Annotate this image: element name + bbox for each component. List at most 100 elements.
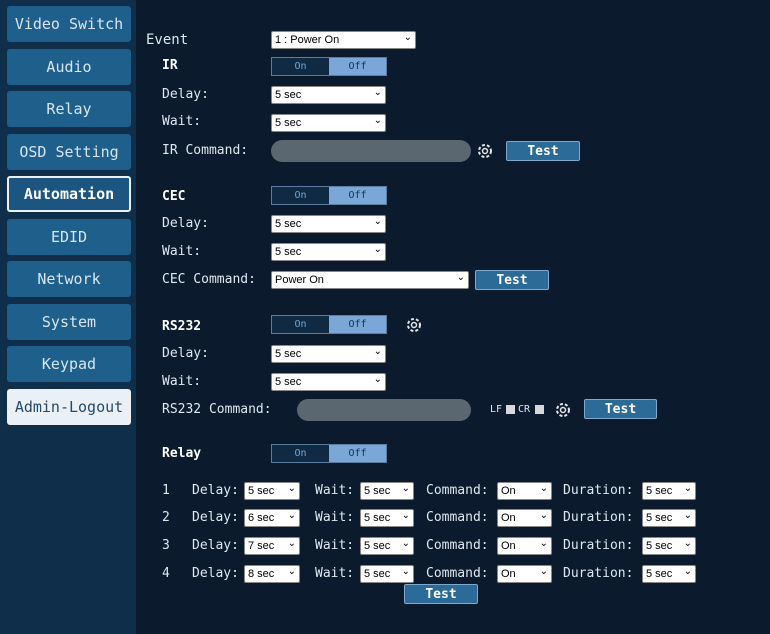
gear-icon[interactable] — [404, 315, 424, 335]
ir-toggle-on[interactable]: On — [272, 58, 329, 75]
chevron-down-icon: ⌄ — [683, 566, 692, 577]
cec-delay-select[interactable]: 5 sec ⌄ — [271, 215, 386, 233]
ir-toggle[interactable]: On Off — [271, 57, 387, 76]
nav-video-switch[interactable]: Video Switch — [7, 6, 131, 42]
ir-command-input[interactable] — [271, 140, 471, 162]
chevron-down-icon: ⌄ — [373, 374, 382, 385]
relay-wait-label: Wait: — [315, 566, 355, 581]
rs232-command-label: RS232 Command: — [162, 402, 272, 417]
chevron-down-icon: ⌄ — [456, 272, 465, 283]
relay-wait-label: Wait: — [315, 483, 355, 498]
relay-delay-label: Delay: — [192, 538, 239, 553]
ir-wait-select[interactable]: 5 sec ⌄ — [271, 114, 386, 132]
chevron-down-icon: ⌄ — [401, 483, 410, 494]
chevron-down-icon: ⌄ — [401, 566, 410, 577]
ir-test-button[interactable]: Test — [506, 141, 580, 161]
nav-relay[interactable]: Relay — [7, 91, 131, 127]
rs232-delay-select[interactable]: 5 sec ⌄ — [271, 345, 386, 363]
cec-title: CEC — [162, 189, 186, 204]
rs232-command-input[interactable] — [297, 399, 471, 421]
ir-toggle-off[interactable]: Off — [329, 58, 386, 75]
lf-checkbox[interactable] — [506, 405, 515, 414]
cr-checkbox[interactable] — [535, 405, 544, 414]
ir-delay-select[interactable]: 5 sec ⌄ — [271, 86, 386, 104]
event-label: Event — [146, 32, 189, 48]
nav-keypad[interactable]: Keypad — [7, 346, 131, 382]
relay-wait-select[interactable]: 5 sec ⌄ — [360, 509, 414, 527]
relay-command-label: Command: — [426, 483, 489, 498]
nav-edid[interactable]: EDID — [7, 219, 131, 255]
chevron-down-icon: ⌄ — [287, 566, 296, 577]
relay-delay-label: Delay: — [192, 483, 239, 498]
chevron-down-icon: ⌄ — [287, 483, 296, 494]
relay-toggle-off[interactable]: Off — [329, 445, 386, 462]
rs232-title: RS232 — [162, 319, 202, 334]
ir-command-label: IR Command: — [162, 143, 249, 158]
cr-label: CR — [518, 404, 531, 415]
chevron-down-icon: ⌄ — [683, 510, 692, 521]
cec-delay-label: Delay: — [162, 216, 209, 231]
relay-row-number: 4 — [162, 566, 170, 581]
chevron-down-icon: ⌄ — [373, 244, 382, 255]
lf-label: LF — [490, 404, 503, 415]
cec-toggle[interactable]: On Off — [271, 186, 387, 205]
cec-command-select[interactable]: Power On ⌄ — [271, 271, 469, 289]
relay-duration-label: Duration: — [563, 566, 634, 581]
nav-osd-setting[interactable]: OSD Setting — [7, 134, 131, 170]
relay-duration-label: Duration: — [563, 483, 634, 498]
rs232-test-button[interactable]: Test — [584, 399, 657, 419]
relay-duration-select[interactable]: 5 sec ⌄ — [642, 482, 696, 500]
nav-automation[interactable]: Automation — [7, 176, 131, 212]
relay-command-select[interactable]: On ⌄ — [497, 482, 552, 500]
chevron-down-icon: ⌄ — [683, 483, 692, 494]
chevron-down-icon: ⌄ — [539, 510, 548, 521]
relay-command-label: Command: — [426, 566, 489, 581]
sidebar: Video Switch Audio Relay OSD Setting Aut… — [0, 0, 136, 634]
relay-command-select[interactable]: On ⌄ — [497, 565, 552, 583]
chevron-down-icon: ⌄ — [287, 510, 296, 521]
relay-toggle[interactable]: On Off — [271, 444, 387, 463]
relay-command-select[interactable]: On ⌄ — [497, 509, 552, 527]
relay-delay-select[interactable]: 6 sec ⌄ — [244, 509, 300, 527]
cec-wait-label: Wait: — [162, 244, 202, 259]
relay-wait-select[interactable]: 5 sec ⌄ — [360, 565, 414, 583]
relay-wait-select[interactable]: 5 sec ⌄ — [360, 482, 414, 500]
gear-icon[interactable] — [553, 400, 573, 420]
chevron-down-icon: ⌄ — [539, 566, 548, 577]
cec-toggle-on[interactable]: On — [272, 187, 329, 204]
relay-wait-select[interactable]: 5 sec ⌄ — [360, 537, 414, 555]
cec-test-button[interactable]: Test — [475, 270, 549, 290]
nav-system[interactable]: System — [7, 304, 131, 340]
relay-test-button[interactable]: Test — [404, 584, 478, 604]
cec-toggle-off[interactable]: Off — [329, 187, 386, 204]
relay-title: Relay — [162, 446, 202, 461]
chevron-down-icon: ⌄ — [683, 538, 692, 549]
nav-audio[interactable]: Audio — [7, 49, 131, 85]
chevron-down-icon: ⌄ — [373, 346, 382, 357]
rs232-toggle-off[interactable]: Off — [329, 316, 386, 333]
relay-delay-select[interactable]: 5 sec ⌄ — [244, 482, 300, 500]
gear-icon[interactable] — [475, 141, 495, 161]
relay-row-number: 3 — [162, 538, 170, 553]
relay-delay-select[interactable]: 7 sec ⌄ — [244, 537, 300, 555]
relay-toggle-on[interactable]: On — [272, 445, 329, 462]
cec-command-label: CEC Command: — [162, 272, 256, 287]
chevron-down-icon: ⌄ — [287, 538, 296, 549]
chevron-down-icon: ⌄ — [403, 32, 412, 43]
event-select[interactable]: 1 : Power On ⌄ — [271, 31, 416, 49]
rs232-toggle-on[interactable]: On — [272, 316, 329, 333]
relay-command-select[interactable]: On ⌄ — [497, 537, 552, 555]
relay-duration-select[interactable]: 5 sec ⌄ — [642, 565, 696, 583]
ir-delay-label: Delay: — [162, 87, 209, 102]
nav-admin-logout[interactable]: Admin-Logout — [7, 389, 131, 425]
relay-duration-label: Duration: — [563, 510, 634, 525]
cec-wait-select[interactable]: 5 sec ⌄ — [271, 243, 386, 261]
relay-duration-select[interactable]: 5 sec ⌄ — [642, 537, 696, 555]
rs232-wait-select[interactable]: 5 sec ⌄ — [271, 373, 386, 391]
rs232-toggle[interactable]: On Off — [271, 315, 387, 334]
relay-delay-select[interactable]: 8 sec ⌄ — [244, 565, 300, 583]
chevron-down-icon: ⌄ — [373, 216, 382, 227]
relay-duration-select[interactable]: 5 sec ⌄ — [642, 509, 696, 527]
rs232-wait-label: Wait: — [162, 374, 202, 389]
nav-network[interactable]: Network — [7, 261, 131, 297]
